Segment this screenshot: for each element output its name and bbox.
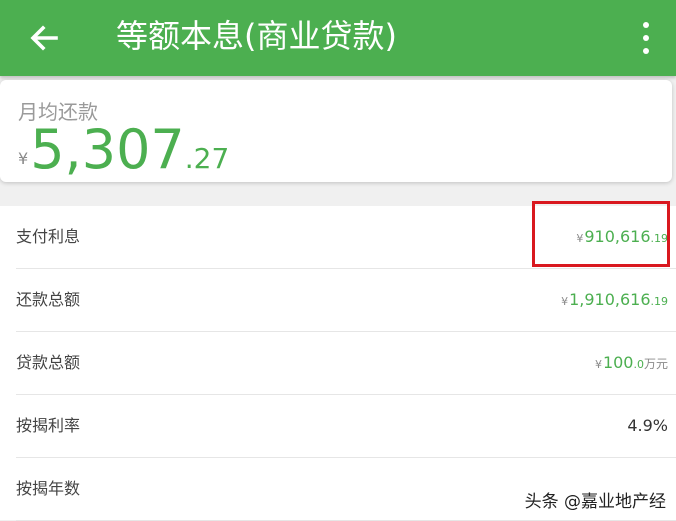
value-integer: 910,616 — [584, 227, 651, 246]
back-button[interactable] — [22, 16, 66, 60]
row-value: ¥100.0万元 — [595, 332, 668, 396]
row-value: ¥910,616.19 — [576, 206, 668, 270]
page-title: 等额本息(商业贷款) — [116, 17, 397, 55]
more-vertical-icon — [643, 22, 649, 28]
row-label: 按揭年数 — [16, 479, 81, 498]
row-total-repayment: 还款总额 ¥1,910,616.19 — [16, 269, 676, 332]
currency-symbol: ¥ — [576, 232, 584, 245]
currency-symbol: ¥ — [18, 149, 29, 168]
value-decimal: .0 — [633, 358, 644, 371]
amount-decimal: .27 — [184, 142, 230, 175]
currency-symbol: ¥ — [594, 358, 602, 371]
value-decimal: .19 — [650, 232, 669, 245]
app-bar: 等额本息(商业贷款) — [0, 0, 676, 76]
more-options-button[interactable] — [632, 16, 660, 60]
value-integer: 1,910,616 — [569, 290, 651, 309]
monthly-payment-amount: ¥5,307.27 — [18, 118, 229, 181]
loan-details-list: 支付利息 ¥910,616.19 还款总额 ¥1,910,616.19 贷款总额… — [0, 206, 676, 521]
monthly-payment-card: 月均还款 ¥5,307.27 — [0, 80, 672, 182]
row-label: 还款总额 — [16, 290, 81, 309]
value-decimal: .19 — [650, 295, 669, 308]
row-interest: 支付利息 ¥910,616.19 — [16, 206, 676, 269]
value-unit: 万元 — [643, 357, 668, 371]
arrow-left-icon — [30, 25, 58, 51]
row-value: ¥1,910,616.19 — [561, 269, 668, 333]
row-value: 4.9% — [627, 416, 668, 435]
row-loan-amount: 贷款总额 ¥100.0万元 — [16, 332, 676, 395]
watermark: 头条 @嘉业地产经 — [524, 492, 666, 512]
currency-symbol: ¥ — [561, 295, 569, 308]
amount-integer: 5,307 — [30, 118, 185, 181]
row-label: 贷款总额 — [16, 353, 81, 372]
row-label: 按揭利率 — [16, 416, 81, 435]
row-interest-rate: 按揭利率 4.9% — [16, 395, 676, 458]
value-integer: 100 — [602, 353, 634, 372]
row-label: 支付利息 — [16, 227, 81, 246]
